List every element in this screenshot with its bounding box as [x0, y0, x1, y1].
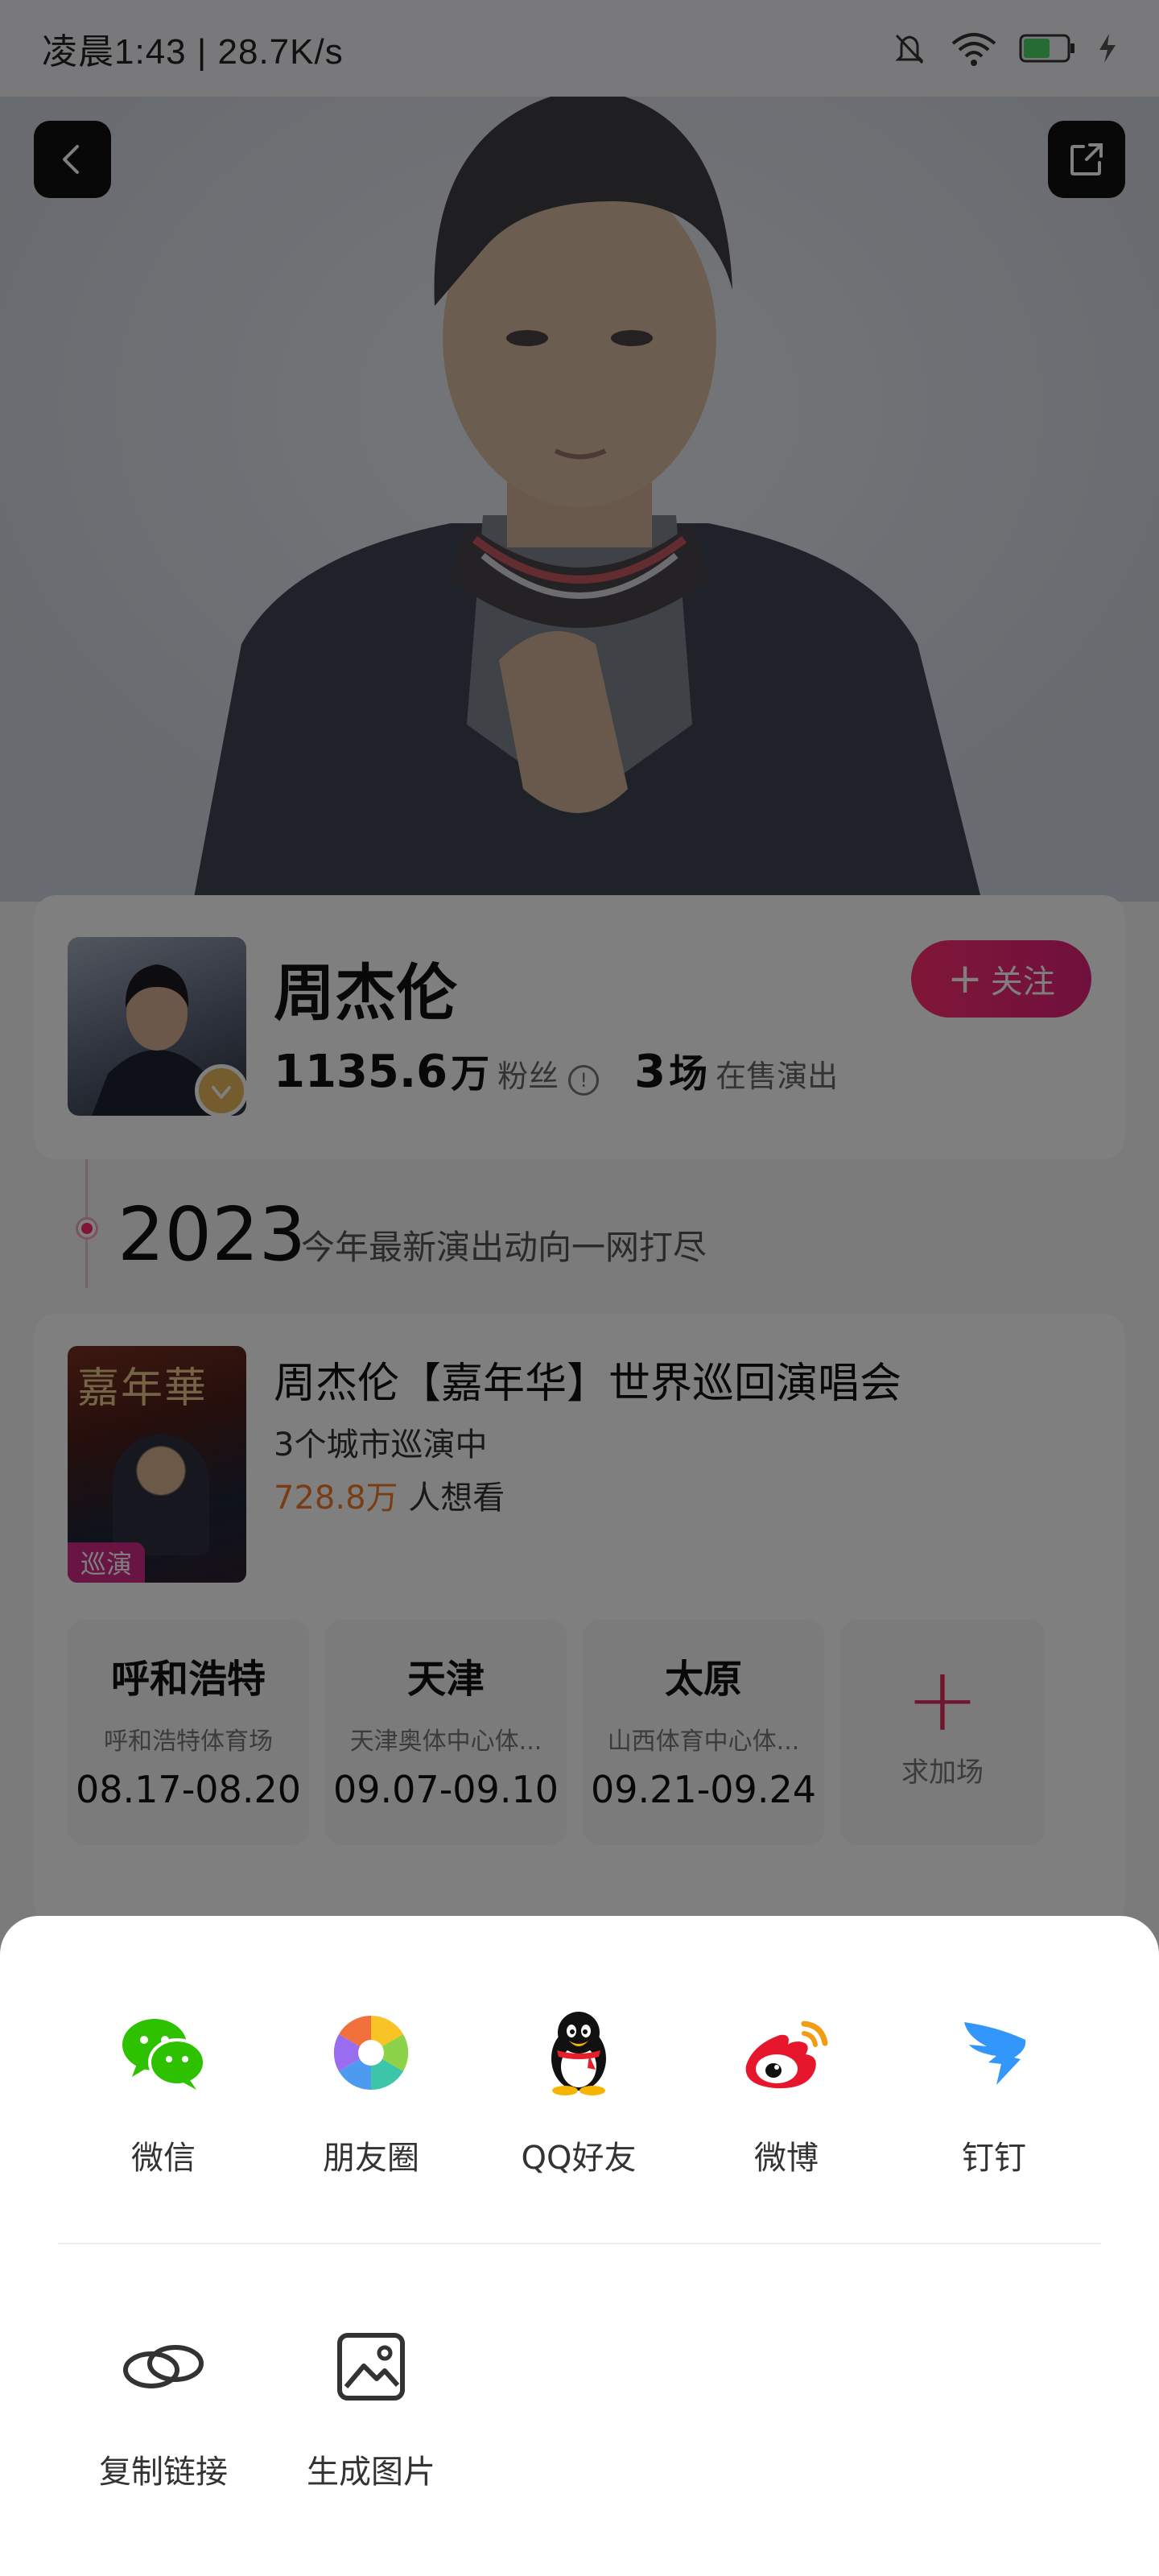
share-row-social: 微信 朋友圈 QQ好友 微博 钉钉 — [0, 2004, 1159, 2178]
share-label: 微信 — [131, 2140, 196, 2177]
share-weibo[interactable]: 微博 — [683, 2004, 890, 2178]
share-label: QQ好友 — [521, 2140, 637, 2177]
share-dingtalk[interactable]: 钉钉 — [890, 2004, 1098, 2178]
share-sheet: 微信 朋友圈 QQ好友 微博 钉钉 复制链接 生成图片 — [0, 1916, 1159, 2576]
moments-icon — [323, 2004, 419, 2101]
share-label: 朋友圈 — [323, 2140, 419, 2177]
share-divider — [58, 2243, 1101, 2244]
share-row-tools: 复制链接 生成图片 — [0, 2318, 1159, 2492]
qq-icon — [530, 2004, 627, 2101]
generate-image-button[interactable]: 生成图片 — [267, 2318, 475, 2492]
image-icon — [323, 2318, 419, 2415]
share-label: 钉钉 — [962, 2140, 1026, 2177]
share-qq[interactable]: QQ好友 — [475, 2004, 683, 2178]
share-label: 复制链接 — [99, 2454, 228, 2491]
share-wechat[interactable]: 微信 — [60, 2004, 267, 2178]
dingtalk-icon — [946, 2004, 1042, 2101]
weibo-icon — [738, 2004, 835, 2101]
share-moments[interactable]: 朋友圈 — [267, 2004, 475, 2178]
link-icon — [115, 2318, 212, 2415]
share-label: 微博 — [754, 2140, 819, 2177]
share-label: 生成图片 — [307, 2454, 435, 2491]
wechat-icon — [115, 2004, 212, 2101]
copy-link-button[interactable]: 复制链接 — [60, 2318, 267, 2492]
